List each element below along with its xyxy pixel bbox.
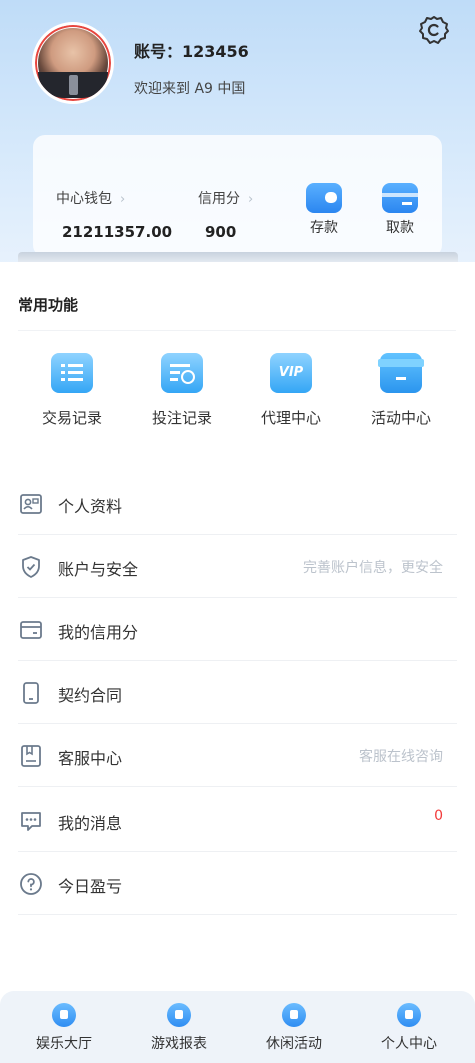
menu-label: 契约合同 — [58, 686, 123, 705]
tab-label: 休闲活动 — [266, 1036, 322, 1052]
tab-label: 游戏报表 — [151, 1036, 207, 1052]
gift-icon — [378, 353, 424, 393]
menu-label: 我的信用分 — [58, 623, 139, 642]
tab-entertainment-hall[interactable]: 娱乐大厅 — [14, 1003, 114, 1053]
activity-icon — [282, 1003, 306, 1027]
func-label: 代理中心 — [260, 409, 321, 427]
bottom-tab-bar: 娱乐大厅 游戏报表 休闲活动 个人中心 — [0, 991, 475, 1063]
settings-gear-icon[interactable] — [418, 14, 450, 46]
menu-contract[interactable]: 契约合同 — [0, 661, 475, 724]
card-front-edge — [0, 262, 475, 276]
wallet-icon — [306, 183, 342, 213]
tab-label: 娱乐大厅 — [36, 1036, 92, 1052]
avatar[interactable] — [32, 22, 114, 104]
tab-personal-center[interactable]: 个人中心 — [359, 1003, 459, 1053]
service-icon — [21, 745, 41, 767]
list-icon — [51, 353, 93, 393]
menu-personal-info[interactable]: 个人资料 — [0, 472, 475, 535]
menu-label: 我的消息 — [58, 814, 123, 833]
profile-card-icon — [20, 494, 42, 514]
deposit-label: 存款 — [310, 220, 338, 236]
menu-today-profit[interactable]: 今日盈亏 — [0, 852, 475, 915]
account-number: 账号：123456 — [134, 42, 249, 61]
menu-hint: 完善账户信息，更安全 — [303, 560, 443, 576]
divider — [18, 914, 457, 915]
tab-game-report[interactable]: 游戏报表 — [129, 1003, 229, 1053]
func-activity-center[interactable]: 活动中心 — [356, 353, 446, 428]
menu-label: 客服中心 — [58, 749, 123, 768]
menu-account-security[interactable]: 账户与安全 完善账户信息，更安全 — [0, 535, 475, 598]
home-icon — [52, 1003, 76, 1027]
chevron-right-icon: › — [120, 192, 126, 207]
message-icon — [21, 812, 41, 831]
card-icon — [20, 621, 42, 639]
center-wallet-value: 21211357.00 — [62, 223, 173, 241]
menu-hint: 客服在线咨询 — [359, 749, 443, 765]
unread-count-badge: 0 — [434, 808, 443, 824]
vip-icon: VIP — [270, 353, 312, 393]
menu-label: 账户与安全 — [58, 560, 139, 579]
func-agent-center[interactable]: VIP 代理中心 — [246, 353, 336, 428]
menu-label: 个人资料 — [58, 497, 123, 516]
menu-label: 今日盈亏 — [58, 877, 123, 896]
menu-my-credit[interactable]: 我的信用分 — [0, 598, 475, 661]
section-title-common: 常用功能 — [18, 296, 79, 314]
credit-score-link[interactable]: 信用分 › — [198, 188, 253, 208]
center-wallet-link[interactable]: 中心钱包 › — [56, 188, 125, 208]
report-icon — [167, 1003, 191, 1027]
divider — [18, 786, 457, 787]
credit-label: 信用分 — [198, 191, 240, 207]
divider — [18, 330, 456, 331]
withdraw-button[interactable]: 取款 — [370, 183, 430, 237]
func-label: 活动中心 — [370, 409, 431, 427]
func-label: 投注记录 — [151, 409, 212, 427]
center-wallet-label: 中心钱包 — [56, 191, 112, 207]
deposit-button[interactable]: 存款 — [294, 183, 354, 237]
bank-card-icon — [382, 183, 418, 213]
menu-customer-service[interactable]: 客服中心 客服在线咨询 — [0, 724, 475, 787]
func-transaction-records[interactable]: 交易记录 — [27, 353, 117, 428]
avatar-tie — [69, 75, 78, 95]
phone-icon — [23, 682, 39, 704]
chevron-right-icon: › — [248, 192, 254, 207]
func-bet-records[interactable]: 投注记录 — [137, 353, 227, 428]
bet-record-icon — [161, 353, 203, 393]
user-icon — [397, 1003, 421, 1027]
func-label: 交易记录 — [41, 409, 102, 427]
credit-value: 900 — [205, 223, 237, 241]
tab-leisure-activity[interactable]: 休闲活动 — [244, 1003, 344, 1053]
tab-label: 个人中心 — [381, 1036, 437, 1052]
menu-my-messages[interactable]: 我的消息 0 — [0, 789, 475, 852]
shield-icon — [22, 556, 40, 578]
question-icon — [20, 873, 42, 895]
withdraw-label: 取款 — [386, 220, 414, 236]
welcome-text: 欢迎来到 A9 中国 — [134, 81, 246, 97]
